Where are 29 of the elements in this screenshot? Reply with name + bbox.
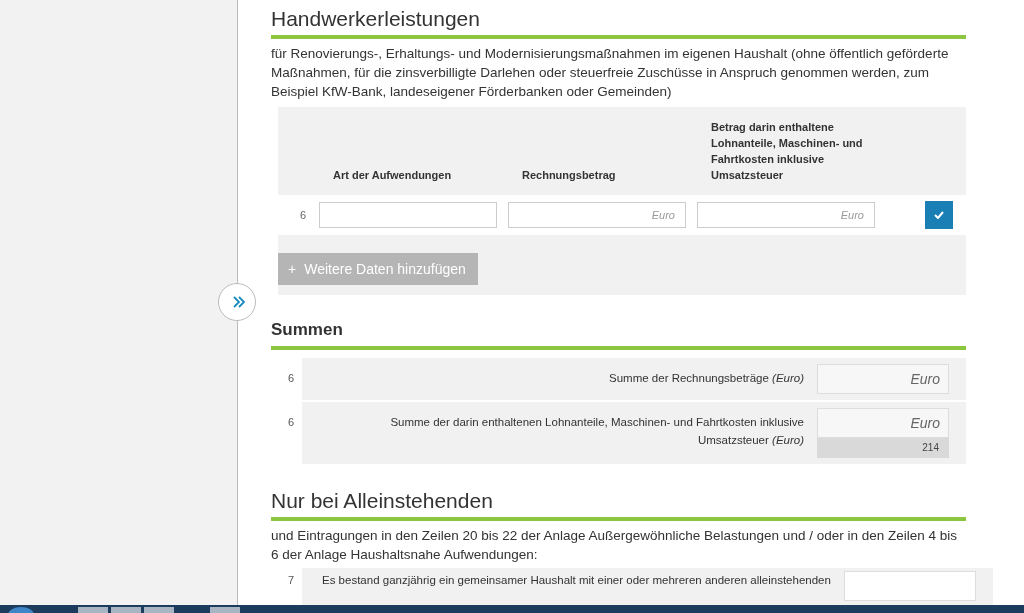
section-heading: Handwerkerleistungen [271,2,966,39]
input-field[interactable] [319,202,497,228]
column-header: Betrag darin enthaltene Lohnanteile, Maschinen- und Fahrtkosten inklusive Umsatzsteuer [710,120,864,183]
field-label: Es bestand ganzjährig ein gemeinsamer Haushalt mit einer oder mehreren anderen alleinstehenden [322,573,832,588]
section-description: und Eintragungen in den Zeilen 20 bis 22 der Anlage Außergewöhnliche Belastungen und / oder in den Zeilen 4 bis 6 der Anlage Haushaltsnahe Aufwendungen: [271,527,958,564]
double-chevron-icon [233,296,245,308]
checkmark-icon [934,211,944,219]
taskbar-button[interactable] [210,607,240,613]
confirm-checkbox[interactable] [925,201,953,229]
input-field[interactable]: Euro [697,202,875,228]
input-field[interactable]: Euro [817,408,949,438]
line-number: 6 [287,415,296,430]
input-field[interactable]: Euro [508,202,686,228]
column-header: Art der Aufwendungen [332,168,453,183]
line-number: 7 [287,573,296,588]
field-label: Summe der darin enthaltenen Lohnanteile, Maschinen- und Fahrtkosten inklusive Umsatzsteuer (Euro) [389,415,805,448]
column-header: Rechnungsbetrag [521,168,617,183]
field-code: 214 [817,438,949,458]
section-heading: Nur bei Alleinstehenden [271,484,966,521]
input-field[interactable] [843,571,976,601]
input-field[interactable]: Euro [817,364,949,394]
taskbar-button[interactable] [111,607,141,613]
line-number: 6 [287,371,296,386]
section-heading: Summen [271,313,966,350]
taskbar-button[interactable] [144,607,174,613]
line-number: 6 [298,209,306,221]
taskbar-button[interactable] [78,607,108,613]
field-label: Summe der Rechnungsbeträge (Euro) [608,371,805,386]
section-description: für Renovierungs-, Erhaltungs- und Modernisierungsmaßnahmen im eigenen Haushalt (ohne öffentlich geförderte Maßnahmen, für die zinsverbilligte Darlehen oder steuerfreie Zuschüsse in Anspruch genommen werden, zum Beispiel KfW-Bank, landeseigener Förderbanken oder Gemeinden) [271,45,950,101]
